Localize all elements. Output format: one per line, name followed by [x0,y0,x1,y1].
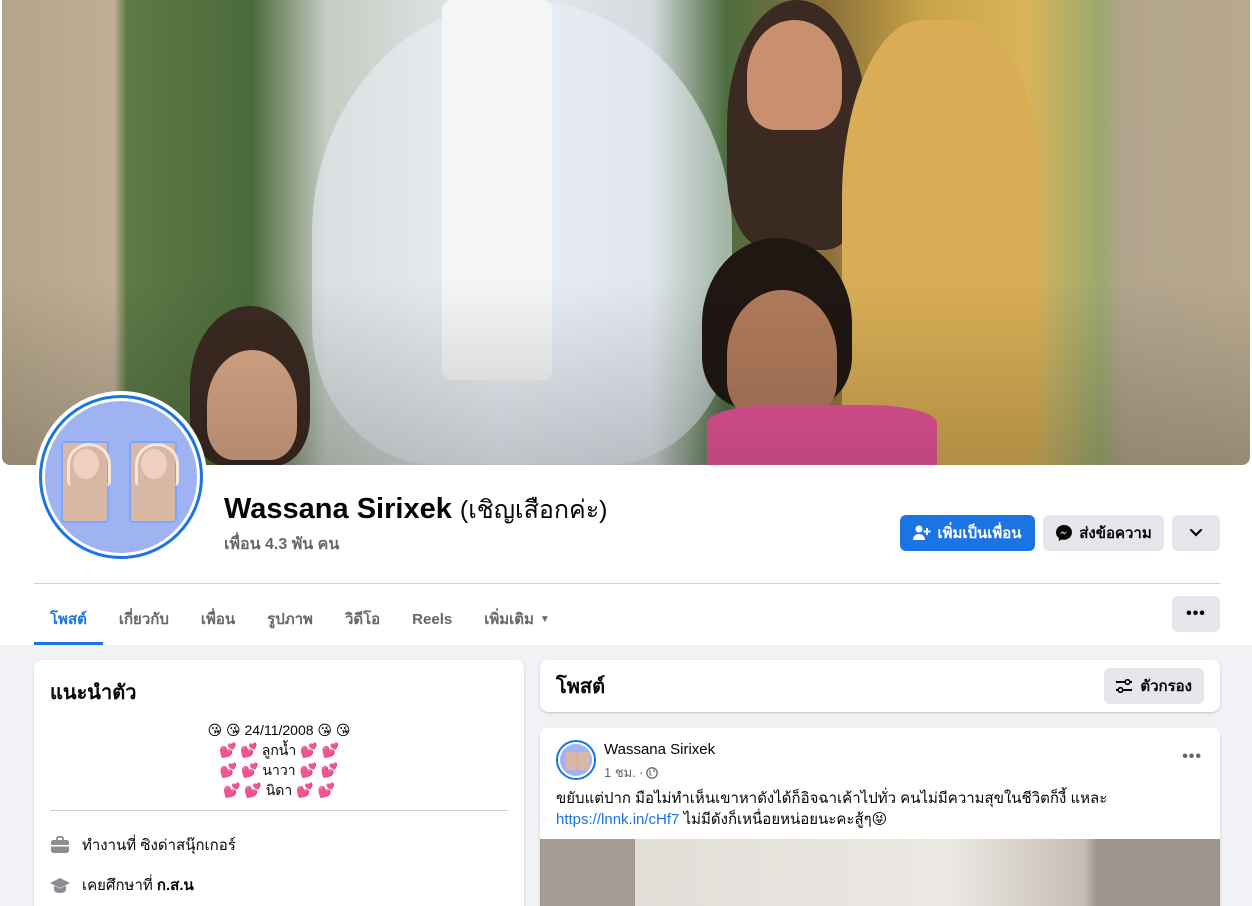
post-text: ขยับแต่ปาก มือไม่ทำเห็นเขาหาดังได้ก็อิจฉ… [556,788,1206,830]
work-value[interactable]: ซิงด่าสนุ๊กเกอร์ [140,837,235,854]
tab-label: วิดีโอ [344,611,381,628]
post-link[interactable]: https://lnnk.in/cHf7 [556,811,679,828]
post-image[interactable] [540,839,1220,906]
post-time[interactable]: 1 ชม. [604,762,636,783]
post-meta: 1 ชม. · [604,762,659,783]
profile-alt-name: (เชิญเสือกค่ะ) [459,496,608,524]
caret-down-icon: ▼ [539,613,550,625]
tab-label: Reels [412,610,453,628]
add-friend-button[interactable]: เพิ่มเป็นเพื่อน [900,515,1035,551]
cover-shade [2,0,1250,465]
profile-tabs: โพสต์ เกี่ยวกับ เพื่อน รูปภาพ วิดีโอ Ree… [34,594,566,645]
work-text: ทำงานที่ ซิงด่าสนุ๊กเกอร์ [82,833,236,857]
education-text: เคยศึกษาที่ ก.ส.น [82,873,194,897]
chevron-down-icon [1189,528,1203,538]
filter-label: ตัวกรอง [1140,678,1192,695]
tab-photos[interactable]: รูปภาพ [251,594,329,644]
friends-count[interactable]: เพื่อน 4.3 พัน คน [224,532,339,557]
tab-posts[interactable]: โพสต์ [34,594,103,645]
globe-icon [646,766,659,779]
intro-divider [50,810,508,811]
posts-header-card: โพสต์ ตัวกรอง [540,660,1220,712]
cover-photo[interactable] [2,0,1250,465]
more-dots-icon: ••• [1186,605,1206,622]
more-actions-button[interactable] [1172,515,1220,551]
graduation-cap-icon [50,875,70,895]
avatar-photo-panel [61,441,111,523]
message-button[interactable]: ส่งข้อความ [1043,515,1164,551]
avatar-story-ring [39,395,203,559]
intro-title: แนะนำตัว [50,682,137,704]
profile-name: Wassana Sirixek (เชิญเสือกค่ะ) [224,490,607,530]
filter-icon [1116,679,1133,693]
bio-line: 💕 💕 ลูกน้ำ 💕 💕 [219,742,339,758]
tab-about[interactable]: เกี่ยวกับ [103,594,185,644]
tabs-overflow-button[interactable]: ••• [1172,596,1220,632]
tab-reels[interactable]: Reels [396,594,468,644]
tab-label: โพสต์ [50,611,87,628]
filter-button[interactable]: ตัวกรอง [1104,668,1204,704]
tab-more[interactable]: เพิ่มเติม ▼ [468,594,566,644]
messenger-icon [1055,524,1073,542]
posts-title: โพสต์ [556,676,606,698]
work-prefix: ทำงานที่ [82,837,141,854]
post-options-button[interactable]: ••• [1182,748,1202,766]
tab-label: เกี่ยวกับ [118,611,169,628]
meta-separator: · [638,765,644,780]
bio-line: 😘 😘 24/11/2008 😘 😘 [207,722,351,738]
header-divider [34,583,1220,584]
tab-label: เพื่อน [200,611,236,628]
post-card: Wassana Sirixek 1 ชม. · ••• ขยับแต่ปาก ม… [540,728,1220,906]
message-label: ส่งข้อความ [1079,525,1152,542]
post-avatar-image [560,744,592,776]
profile-name-text: Wassana Sirixek [224,493,452,525]
intro-bio: 😘 😘 24/11/2008 😘 😘 💕 💕 ลูกน้ำ 💕 💕 💕 💕 นา… [50,720,508,800]
edu-prefix: เคยศึกษาที่ [82,877,157,894]
tab-friends[interactable]: เพื่อน [185,594,251,644]
tab-videos[interactable]: วิดีโอ [329,594,396,644]
post-text-line: https://lnnk.in/cHf7 ไม่มีดังก็เหนื่อยหน… [556,809,1206,830]
post-text-after-link: ไม่มีดังก็เหนื่อยหน่อยนะคะสู้ๆ😝 [679,811,888,828]
briefcase-icon [50,835,70,855]
add-friend-icon [913,525,931,541]
bio-line: 💕 💕 นาวา 💕 💕 [219,762,339,778]
intro-work-row: ทำงานที่ ซิงด่าสนุ๊กเกอร์ [50,825,508,865]
post-author-name[interactable]: Wassana Sirixek [604,741,715,758]
more-dots-icon: ••• [1182,748,1202,765]
intro-card: แนะนำตัว 😘 😘 24/11/2008 😘 😘 💕 💕 ลูกน้ำ 💕… [34,660,524,906]
tab-label: รูปภาพ [267,611,313,628]
tab-label: เพิ่มเติม [484,611,534,628]
avatar-photo-panel [129,441,179,523]
edu-value[interactable]: ก.ส.น [157,877,194,894]
post-author-avatar[interactable] [556,740,596,780]
post-text-line: ขยับแต่ปาก มือไม่ทำเห็นเขาหาดังได้ก็อิจฉ… [556,790,1108,807]
avatar-image [45,401,197,553]
profile-avatar[interactable] [35,391,207,563]
add-friend-label: เพิ่มเป็นเพื่อน [937,525,1022,542]
intro-education-row: เคยศึกษาที่ ก.ส.น [50,865,508,905]
bio-line: 💕 💕 นิดา 💕 💕 [223,782,335,798]
